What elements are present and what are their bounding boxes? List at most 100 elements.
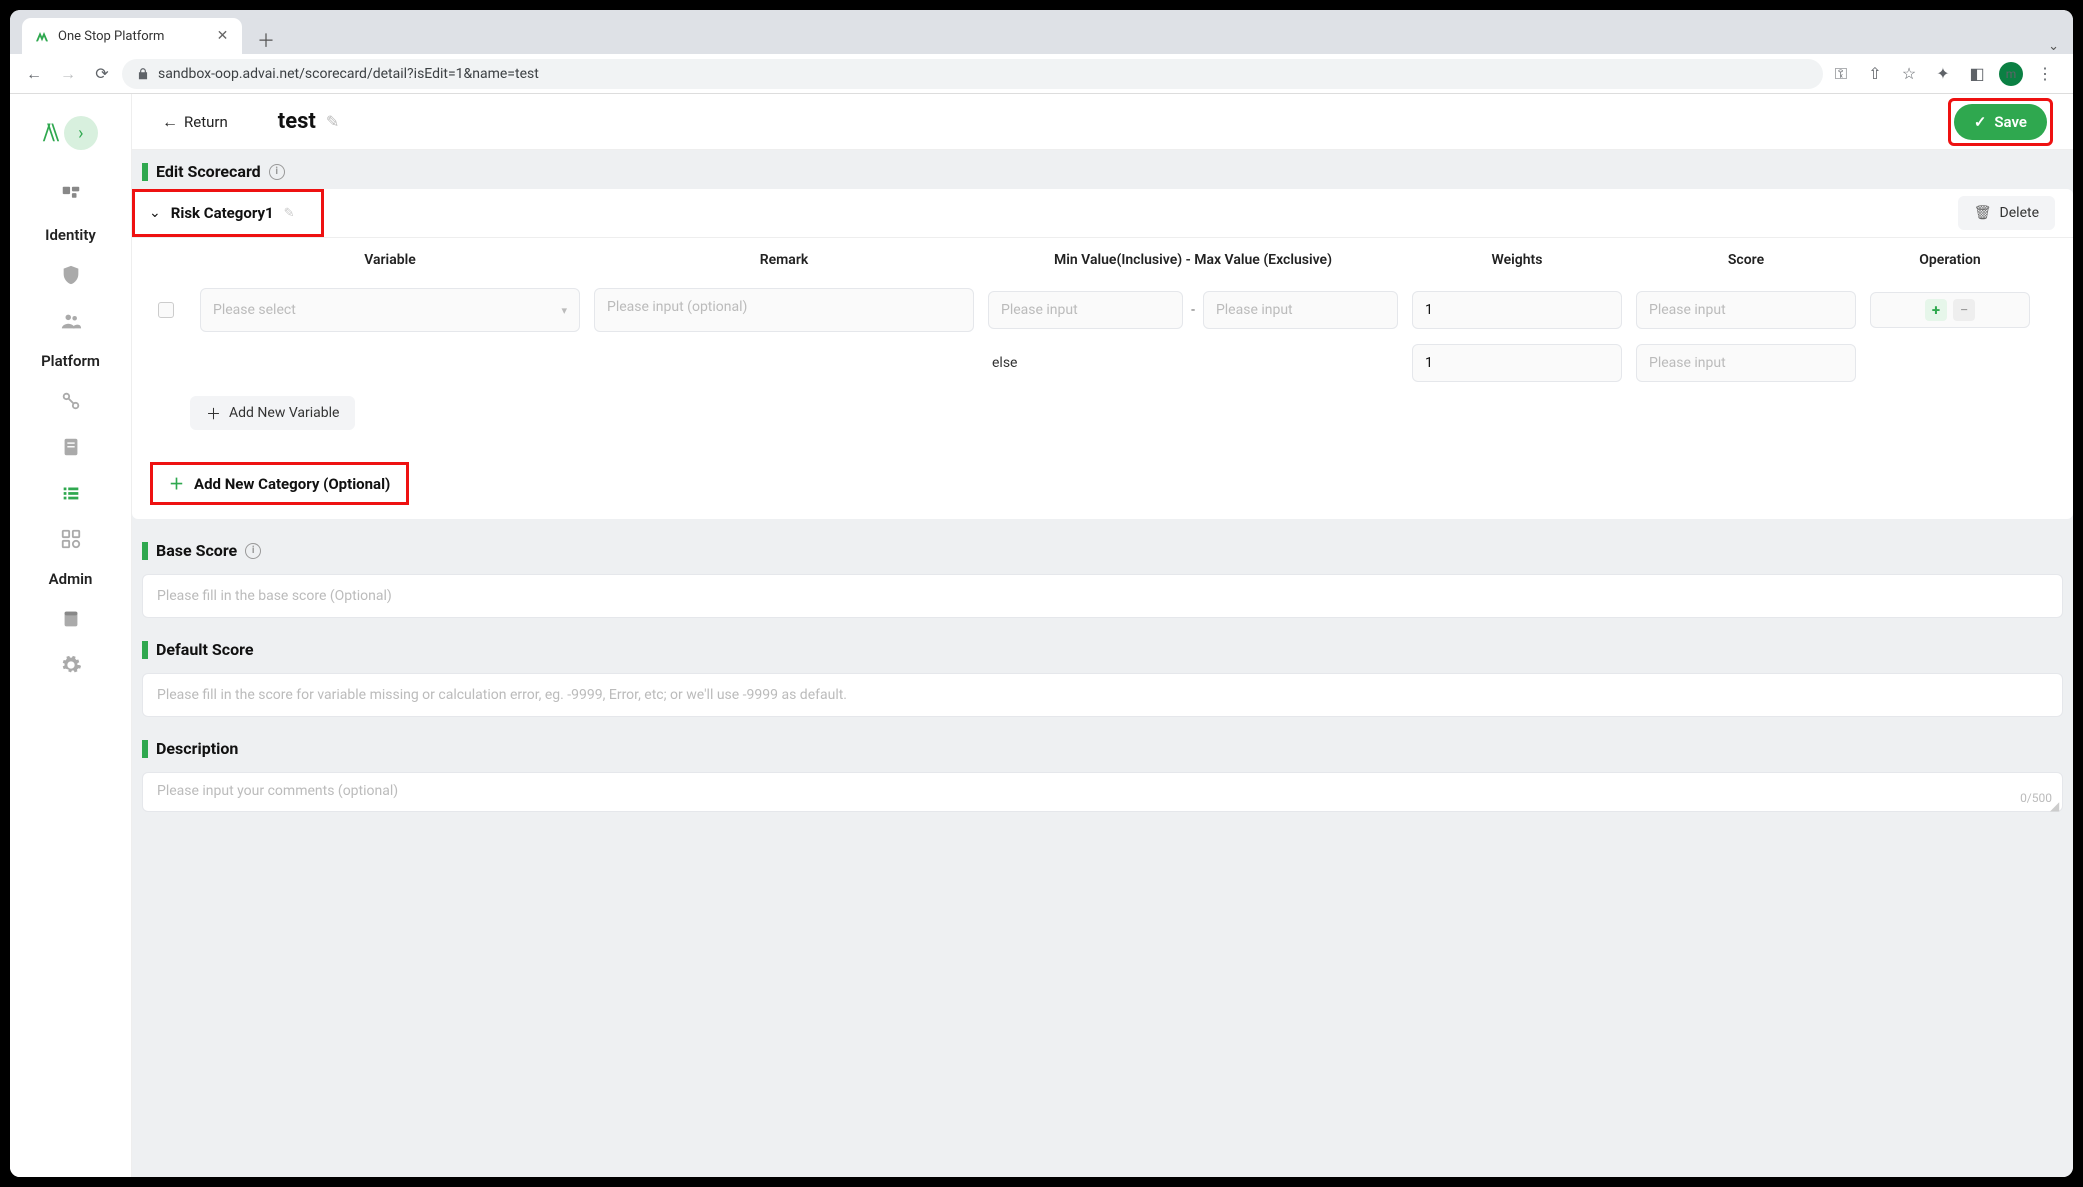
share-icon[interactable]: ⇧: [1863, 62, 1887, 86]
weight-input[interactable]: 1: [1412, 291, 1622, 329]
default-score-input[interactable]: Please fill in the score for variable mi…: [142, 673, 2063, 717]
col-score: Score: [1636, 252, 1856, 268]
topbar: ← Return test ✎ ✓ Save: [132, 94, 2073, 150]
lock-icon: [136, 67, 150, 81]
plus-icon: ＋: [169, 473, 184, 494]
col-remark: Remark: [594, 252, 974, 268]
col-operation: Operation: [1870, 252, 2030, 268]
min-value-input[interactable]: Please input: [988, 291, 1183, 329]
info-icon[interactable]: i: [245, 543, 261, 559]
score-input[interactable]: Please input: [1636, 291, 1856, 329]
plus-icon: ＋: [206, 403, 221, 424]
delete-category-button[interactable]: 🗑 Delete: [1958, 196, 2055, 230]
description-textarea[interactable]: Please input your comments (optional) 0/…: [142, 772, 2063, 812]
key-icon[interactable]: ⚿: [1829, 62, 1853, 86]
sidebar: /\\ › Identity Platform: [10, 94, 132, 1177]
delete-label: Delete: [2000, 205, 2039, 221]
section-accent-bar: [142, 163, 148, 181]
sidebar-group-admin: Admin: [10, 564, 131, 594]
tab-overflow-icon[interactable]: ⌄: [2048, 39, 2059, 54]
reload-button[interactable]: ⟳: [88, 60, 116, 88]
sidebar-nodes-icon[interactable]: [10, 380, 131, 422]
base-score-heading: Base Score: [156, 541, 237, 560]
sidebar-dashboard-icon[interactable]: [10, 174, 131, 216]
collapse-sidebar-button[interactable]: ›: [64, 116, 98, 150]
check-icon: ✓: [1974, 113, 1987, 131]
star-icon[interactable]: ☆: [1897, 62, 1921, 86]
category-name: Risk Category1: [171, 204, 274, 222]
sidebar-users-icon[interactable]: [10, 300, 131, 342]
forward-button[interactable]: →: [54, 60, 82, 88]
max-placeholder: Please input: [1216, 302, 1293, 318]
description-placeholder: Please input your comments (optional): [157, 783, 398, 799]
sidebar-group-platform: Platform: [10, 346, 131, 376]
weight-value: 1: [1425, 302, 1433, 318]
description-char-count: 0/500: [2020, 791, 2052, 805]
close-tab-icon[interactable]: ✕: [215, 29, 230, 44]
arrow-left-icon: ←: [162, 112, 178, 132]
variable-select[interactable]: Please select ▾: [200, 288, 580, 332]
extensions-icon[interactable]: ✦: [1931, 62, 1955, 86]
edit-title-icon[interactable]: ✎: [326, 112, 339, 131]
default-score-heading: Default Score: [156, 640, 253, 659]
menu-icon[interactable]: ⋮: [2033, 62, 2057, 86]
chevron-down-icon: ▾: [561, 304, 567, 317]
save-label: Save: [1994, 113, 2027, 131]
risk-category-toggle[interactable]: ⌄ Risk Category1 ✎: [132, 189, 324, 237]
description-heading: Description: [156, 739, 238, 758]
variable-placeholder: Please select: [213, 302, 296, 318]
sidebar-apps-icon[interactable]: [10, 518, 131, 560]
app-logo: /\\: [43, 118, 56, 148]
save-button[interactable]: ✓ Save: [1954, 104, 2047, 140]
return-label: Return: [184, 113, 228, 131]
max-value-input[interactable]: Please input: [1203, 291, 1398, 329]
url-text: sandbox-oop.advai.net/scorecard/detail?i…: [158, 66, 539, 82]
col-weights: Weights: [1412, 252, 1622, 268]
profile-avatar[interactable]: m: [1999, 62, 2023, 86]
remove-row-button[interactable]: −: [1953, 299, 1975, 321]
remark-input[interactable]: Please input (optional): [594, 288, 974, 332]
else-weight-input[interactable]: 1: [1412, 344, 1622, 382]
tab-favicon: [34, 28, 50, 44]
add-variable-label: Add New Variable: [229, 405, 339, 421]
page-title: test: [278, 109, 316, 134]
return-button[interactable]: ← Return: [152, 106, 238, 138]
add-category-label: Add New Category (Optional): [194, 475, 390, 493]
score-placeholder: Please input: [1649, 302, 1726, 318]
range-dash: -: [1189, 302, 1197, 318]
min-placeholder: Please input: [1001, 302, 1078, 318]
default-score-placeholder: Please fill in the score for variable mi…: [157, 687, 847, 703]
col-variable: Variable: [200, 252, 580, 268]
sidebar-group-identity: Identity: [10, 220, 131, 250]
address-bar[interactable]: sandbox-oop.advai.net/scorecard/detail?i…: [122, 59, 1823, 89]
add-new-variable-button[interactable]: ＋ Add New Variable: [190, 396, 355, 430]
section-accent-bar: [142, 740, 148, 758]
base-score-placeholder: Please fill in the base score (Optional): [157, 588, 392, 604]
new-tab-button[interactable]: ＋: [252, 26, 280, 54]
edit-scorecard-heading: Edit Scorecard: [156, 162, 261, 181]
browser-tab[interactable]: One Stop Platform ✕: [22, 18, 242, 54]
else-score-placeholder: Please input: [1649, 355, 1726, 371]
else-label: else: [988, 355, 1398, 371]
add-row-button[interactable]: +: [1925, 299, 1947, 321]
back-button[interactable]: ←: [20, 60, 48, 88]
section-accent-bar: [142, 641, 148, 659]
panel-icon[interactable]: ◧: [1965, 62, 1989, 86]
sidebar-list-icon[interactable]: [10, 472, 131, 514]
edit-category-icon[interactable]: ✎: [284, 206, 295, 221]
remark-placeholder: Please input (optional): [607, 299, 747, 315]
add-new-category-button[interactable]: ＋ Add New Category (Optional): [150, 462, 409, 505]
resize-handle-icon[interactable]: ◢: [2050, 799, 2060, 809]
else-weight-value: 1: [1425, 355, 1433, 371]
tab-title: One Stop Platform: [58, 29, 164, 44]
sidebar-document-icon[interactable]: [10, 426, 131, 468]
trash-icon: 🗑: [1974, 205, 1992, 221]
base-score-input[interactable]: Please fill in the base score (Optional): [142, 574, 2063, 618]
info-icon[interactable]: i: [269, 164, 285, 180]
sidebar-gear-icon[interactable]: [10, 644, 131, 686]
sidebar-storage-icon[interactable]: [10, 598, 131, 640]
row-checkbox[interactable]: [158, 302, 174, 318]
chevron-down-icon: ⌄: [149, 205, 161, 221]
sidebar-shield-icon[interactable]: [10, 254, 131, 296]
else-score-input[interactable]: Please input: [1636, 344, 1856, 382]
